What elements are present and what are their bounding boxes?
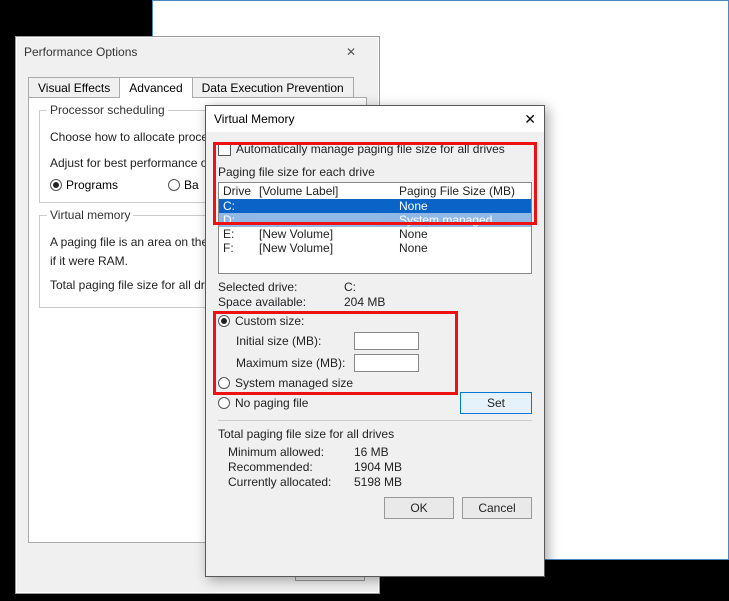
radio-icon (218, 377, 230, 389)
radio-programs[interactable]: Programs (50, 178, 118, 192)
tab-visual-effects[interactable]: Visual Effects (28, 77, 120, 98)
radio-system-managed[interactable]: System managed size (218, 376, 353, 390)
radio-icon (218, 315, 230, 327)
total-title: Total paging file size for all drives (218, 427, 532, 441)
drive-row-f[interactable]: F: [New Volume] None (219, 241, 531, 255)
vm-titlebar: Virtual Memory ✕ (206, 106, 544, 132)
custom-size-label: Custom size: (235, 314, 304, 328)
auto-manage-checkbox[interactable]: Automatically manage paging file size fo… (218, 142, 505, 156)
drive-row-d[interactable]: D: System managed (219, 213, 531, 227)
virtual-memory-legend: Virtual memory (47, 208, 133, 222)
radio-no-paging[interactable]: No paging file (218, 396, 308, 410)
drive-list-header: Drive [Volume Label] Paging File Size (M… (219, 183, 531, 199)
col-pagingfile: Paging File Size (MB) (399, 184, 527, 198)
drive-list[interactable]: Drive [Volume Label] Paging File Size (M… (218, 182, 532, 274)
selected-drive-value: C: (344, 280, 356, 294)
maximum-size-input[interactable] (354, 354, 419, 372)
perf-tabs: Visual Effects Advanced Data Execution P… (28, 77, 367, 98)
selected-drive-label: Selected drive: (218, 280, 344, 294)
processor-scheduling-legend: Processor scheduling (47, 103, 168, 117)
checkbox-icon (218, 143, 231, 156)
initial-size-label: Initial size (MB): (236, 334, 346, 348)
drives-group-label: Paging file size for each drive (218, 165, 532, 179)
set-button[interactable]: Set (460, 392, 532, 414)
radio-programs-label: Programs (66, 178, 118, 192)
radio-custom-size[interactable]: Custom size: (218, 314, 304, 328)
vm-ok-button[interactable]: OK (384, 497, 454, 519)
space-available-value: 204 MB (344, 295, 385, 309)
perf-titlebar: Performance Options ✕ (16, 37, 379, 67)
vm-close-button[interactable]: ✕ (524, 112, 536, 126)
vm-cancel-button[interactable]: Cancel (462, 497, 532, 519)
radio-icon (218, 397, 230, 409)
drive-row-e[interactable]: E: [New Volume] None (219, 227, 531, 241)
radio-background[interactable]: Ba (168, 178, 199, 192)
currently-allocated-value: 5198 MB (354, 475, 402, 489)
recommended-label: Recommended: (228, 460, 354, 474)
space-available-label: Space available: (218, 295, 344, 309)
virtual-memory-dialog: Virtual Memory ✕ Automatically manage pa… (205, 105, 545, 577)
recommended-value: 1904 MB (354, 460, 402, 474)
vm-title-text: Virtual Memory (214, 112, 294, 126)
tab-dep[interactable]: Data Execution Prevention (192, 77, 354, 98)
system-managed-label: System managed size (235, 376, 353, 390)
maximum-size-label: Maximum size (MB): (236, 356, 346, 370)
tab-advanced[interactable]: Advanced (119, 77, 192, 98)
auto-manage-label: Automatically manage paging file size fo… (236, 142, 505, 156)
drive-row-c[interactable]: C: None (219, 199, 531, 213)
currently-allocated-label: Currently allocated: (228, 475, 354, 489)
no-paging-label: No paging file (235, 396, 308, 410)
initial-size-input[interactable] (354, 332, 419, 350)
radio-background-label: Ba (184, 178, 199, 192)
min-allowed-label: Minimum allowed: (228, 445, 354, 459)
col-drive: Drive (223, 184, 259, 198)
perf-title-text: Performance Options (24, 45, 137, 59)
perf-close-button[interactable]: ✕ (331, 45, 371, 59)
min-allowed-value: 16 MB (354, 445, 389, 459)
col-volume: [Volume Label] (259, 184, 399, 198)
